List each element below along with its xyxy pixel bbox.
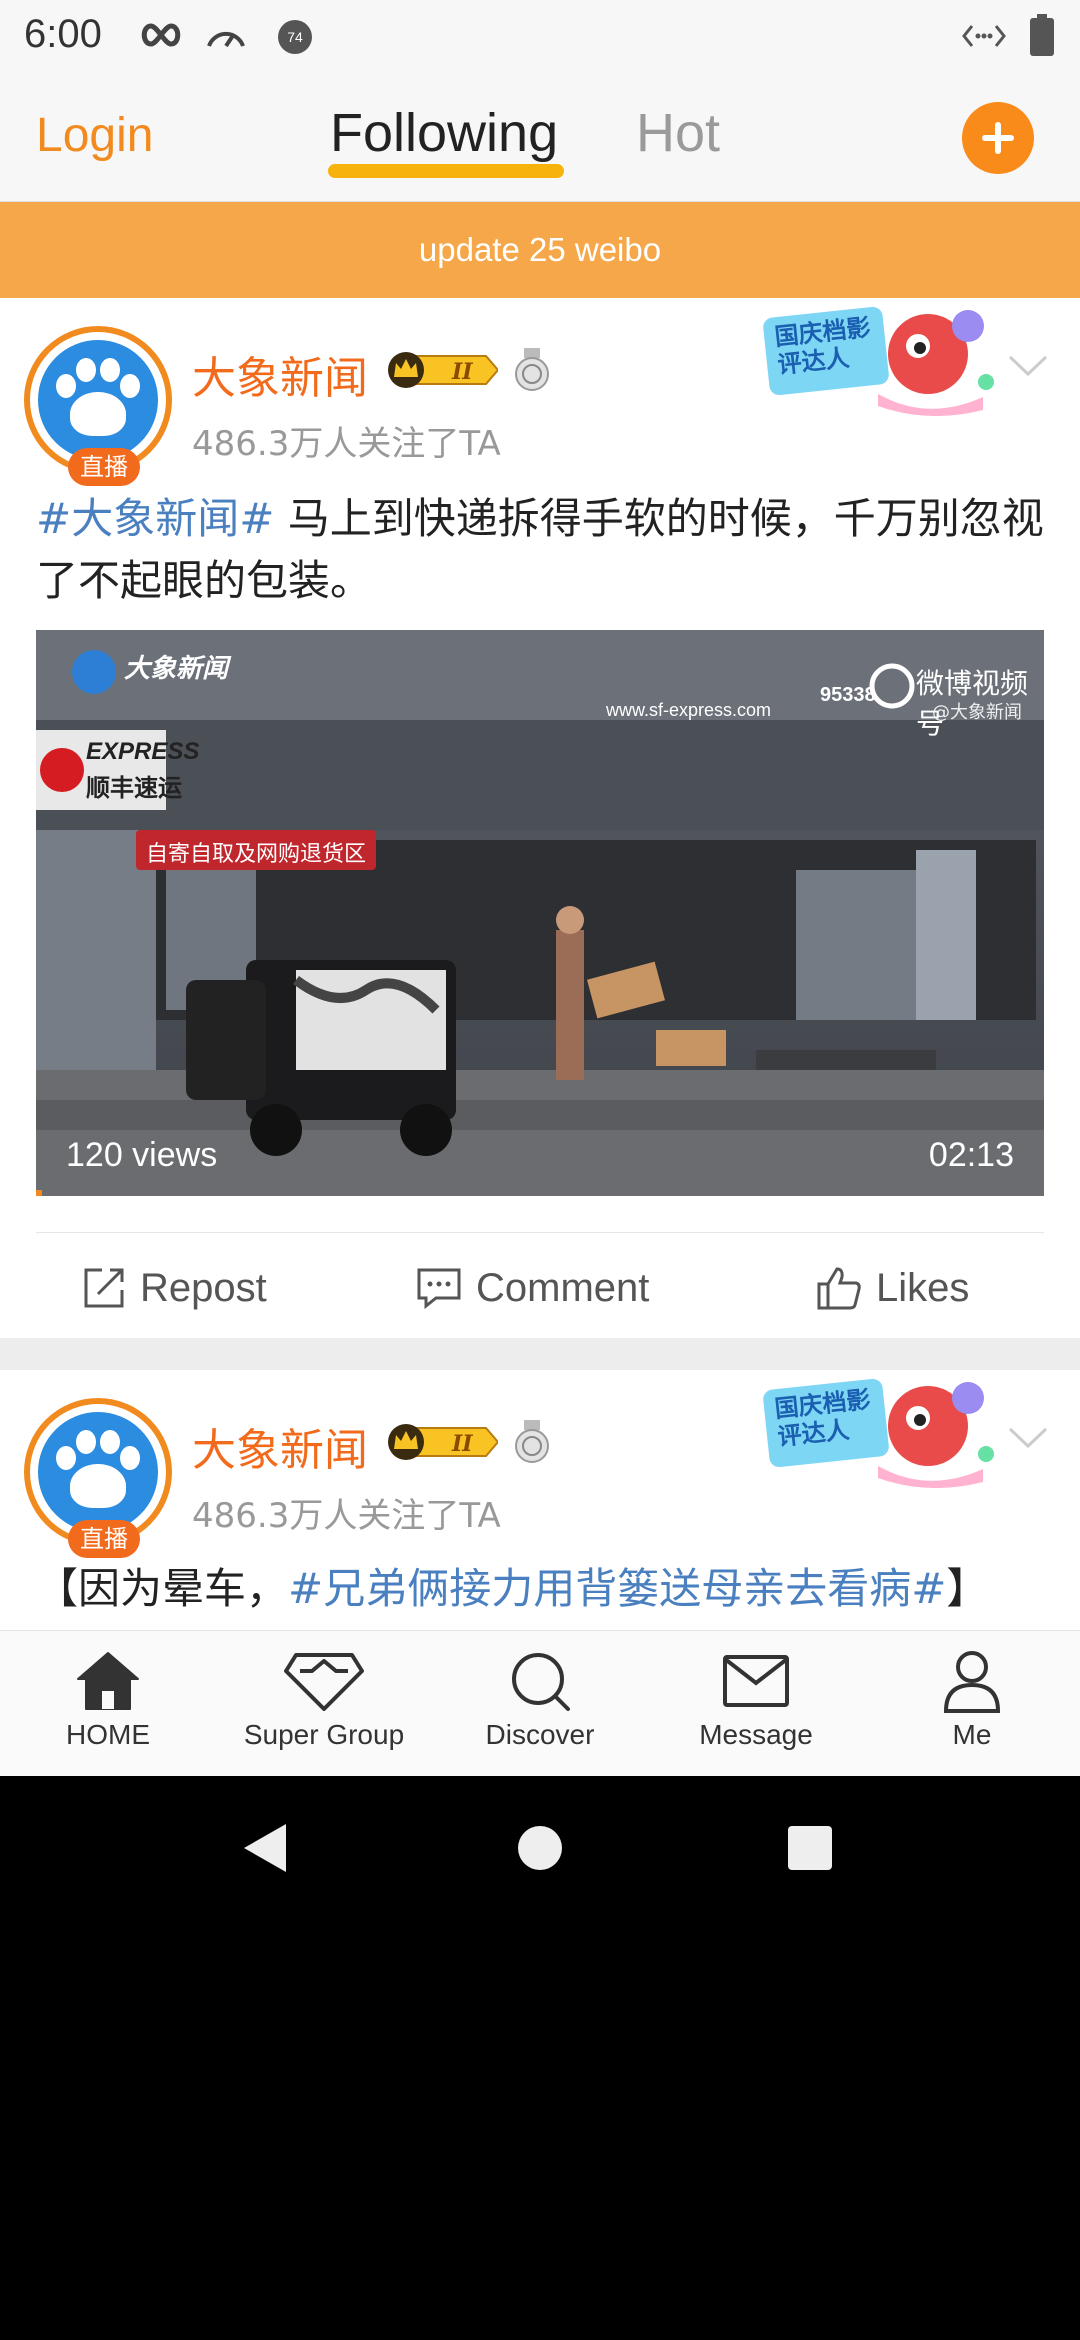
system-nav-bar [0,1776,1080,1916]
thumbs-up-icon [817,1267,861,1310]
nav-discover-label: Discover [485,1719,595,1750]
repost-icon [84,1268,124,1308]
vip-level: II [451,359,473,385]
promo-sticker[interactable]: 国庆档影评达人 [758,1374,994,1494]
post-body-prefix: 【因为晕车， [36,1564,289,1613]
video-progress-bar [36,1190,42,1196]
recents-icon[interactable] [788,1826,832,1870]
top-nav: Login Following Hot [0,72,1080,202]
notification-badge-count: 74 [287,29,303,45]
user-name[interactable]: 大象新闻 [192,342,368,406]
active-tab-indicator [328,164,564,178]
data-transfer-icon [962,25,1006,47]
chevron-down-icon[interactable] [1008,354,1048,378]
nav-me-label: Me [952,1719,992,1750]
video-watermark-brand: 大象新闻 [124,654,229,684]
vip-crown-icon: II [388,352,498,388]
promo-sticker[interactable]: 国庆档影评达人 [758,302,994,422]
nav-message-label: Message [699,1719,813,1750]
hashtag-link[interactable]: #兄弟俩接力用背篓送母亲去看病# [288,1564,946,1613]
bottom-nav: HOME Super Group Discover Message Me [0,1630,1080,1776]
post-action-bar: Repost Comment Likes [36,1232,1044,1336]
nav-message[interactable]: Message [648,1649,864,1751]
follow-count: 486.3万人关注了TA [192,1496,501,1536]
infinity-icon [141,23,181,47]
comment-label: Comment [476,1265,650,1310]
avatar[interactable]: 直播 [24,326,172,486]
video-watermark-handle: @大象新闻 [932,702,1022,723]
tab-following[interactable]: Following [330,102,558,164]
speedometer-icon [207,31,245,48]
person-icon [943,1651,1001,1713]
vip-level: II [451,1431,473,1457]
nav-super-group-label: Super Group [243,1719,405,1750]
nav-home-label: HOME [66,1719,150,1750]
live-badge: 直播 [68,448,140,486]
promo-sticker-text: 国庆档影评达人 [773,1385,872,1452]
post-body-suffix: 】 [946,1564,989,1613]
login-button[interactable]: Login [36,108,153,163]
back-icon[interactable] [240,1822,290,1874]
video-duration: 02:13 [928,1136,1014,1174]
notification-badge-icon: 74 [278,20,312,54]
post-card[interactable]: 直播 大象新闻 II 486.3万人关注了TA 国庆档影评达人 [0,1370,1080,1630]
vip-crown-icon: II [388,1424,498,1460]
diamond-icon [284,1653,364,1711]
status-bar: 6:00 74 [0,0,1080,72]
likes-label: Likes [876,1265,970,1310]
video-site-text: www.sf-express.com [606,700,772,720]
update-banner[interactable]: update 25 weibo [0,202,1080,298]
video-player[interactable]: 大象新闻 www.sf-express.com 95338 微博视频号 @大象新… [36,630,1044,1196]
status-time: 6:00 [24,12,102,56]
home-circle-icon[interactable] [518,1826,562,1870]
chevron-down-icon[interactable] [1008,1426,1048,1450]
post-card[interactable]: 直播 大象新闻 II 486.3万人关注了TA 国庆档影评达人 [0,298,1080,1338]
mail-icon [723,1655,789,1707]
medal-icon [515,1420,549,1463]
live-badge: 直播 [68,1520,140,1558]
like-button[interactable]: Likes [816,1263,969,1313]
hashtag-link[interactable]: #大象新闻# [36,494,274,543]
plus-icon[interactable] [962,102,1034,174]
repost-button[interactable]: Repost [82,1263,267,1313]
avatar[interactable]: 直播 [24,1398,172,1558]
video-views: 120 views [66,1136,218,1174]
post-text[interactable]: 【因为晕车，#兄弟俩接力用背篓送母亲去看病#】 [36,1558,1046,1620]
comment-button[interactable]: Comment [416,1263,649,1313]
battery-icon [1030,14,1054,56]
follow-count: 486.3万人关注了TA [192,424,501,464]
home-icon [77,1652,139,1710]
nav-discover[interactable]: Discover [432,1649,648,1751]
post-text[interactable]: #大象新闻# 马上到快递拆得手软的时候，千万别忽视了不起眼的包装。 [36,488,1046,612]
tab-hot[interactable]: Hot [636,102,720,164]
video-thumbnail [36,630,1044,1196]
medal-icon [515,348,549,391]
search-icon [512,1653,570,1711]
nav-super-group[interactable]: Super Group [216,1649,432,1751]
repost-label: Repost [140,1265,267,1310]
weibo-app: 6:00 74 Login Following Hot update 25 we… [0,0,1080,1776]
user-name[interactable]: 大象新闻 [192,1414,368,1478]
comment-icon [417,1268,461,1309]
promo-sticker-text: 国庆档影评达人 [773,313,872,380]
video-phone-text: 95338 [820,684,876,706]
video-store-logo-en: EXPRESS [86,738,200,765]
video-store-sign: 自寄自取及网购退货区 [146,842,367,867]
nav-me[interactable]: Me [864,1649,1080,1751]
video-store-logo-cn: 顺丰速运 [86,774,182,802]
nav-home[interactable]: HOME [0,1649,216,1751]
